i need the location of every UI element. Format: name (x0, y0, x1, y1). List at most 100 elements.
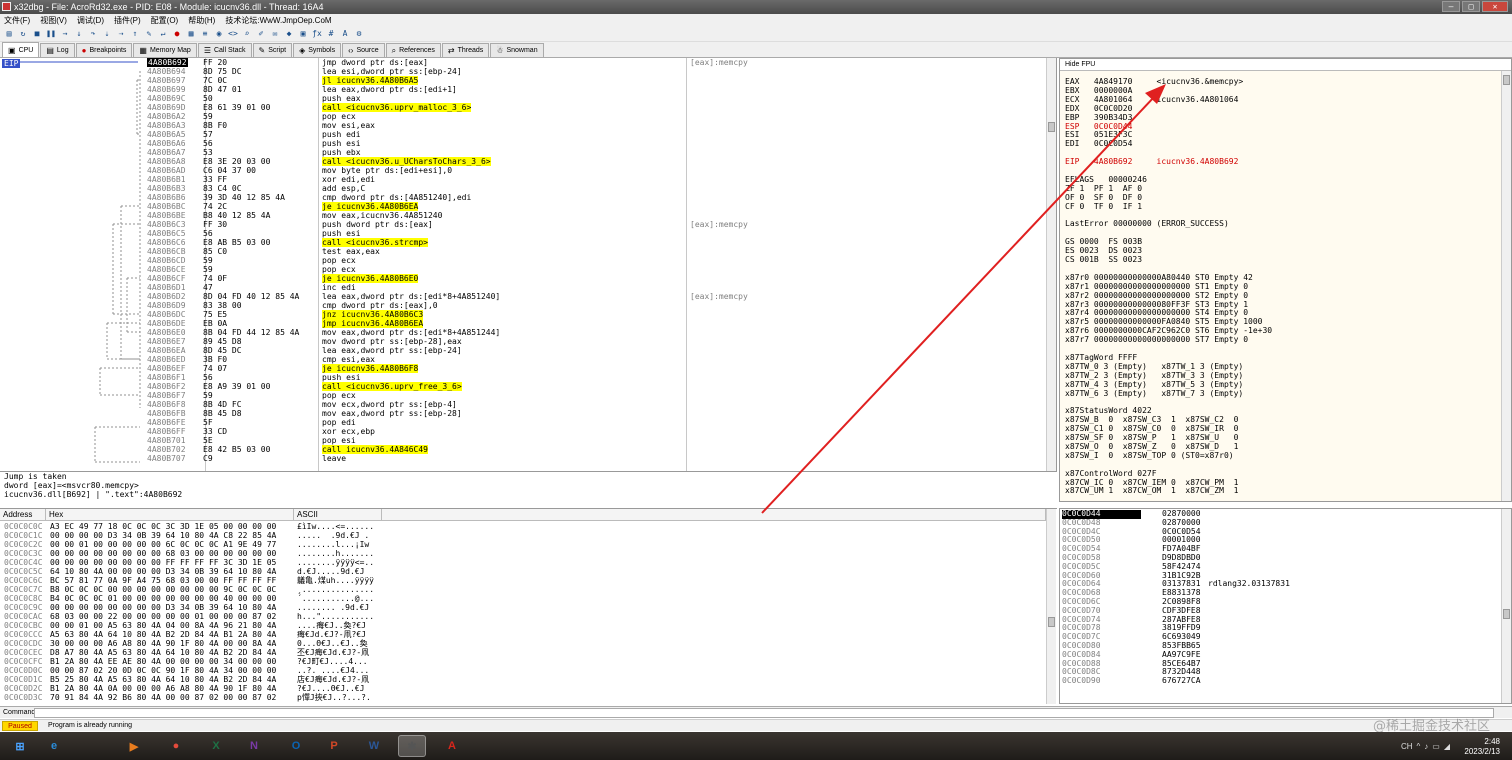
disasm-row[interactable]: 4A80B6E7 89 45 D8 mov dword ptr ss:[ebp-28… (145, 337, 1045, 346)
stack-row[interactable]: 0C0C0D7C 6C693049 (1060, 633, 1500, 642)
internet-explorer-icon[interactable]: e (40, 735, 68, 757)
disasm-row[interactable]: 4A80B6FE 5F pop edi (145, 418, 1045, 427)
register-line[interactable]: x87TW_0 3 (Empty) x87TW_1 3 (Empty) (1065, 362, 1243, 371)
disasm-row[interactable]: 4A80B6CB 85 C0 test eax,eax (145, 247, 1045, 256)
stack-row[interactable]: 0C0C0D74 287ABFE8 (1060, 615, 1500, 625)
dump-row[interactable]: 0C0C0C2C 00 00 01 00 00 00 00 00 6C 0C 0C… (0, 540, 1040, 549)
disasm-row[interactable]: 4A80B6D2 8D 04 FD 40 12 85 4A lea eax,dwor… (145, 292, 1045, 301)
tray-item[interactable]: CH (1401, 742, 1413, 751)
close-icon[interactable]: ■ (31, 28, 43, 40)
disasm-row[interactable]: 4A80B6A7 53 push ebx (145, 148, 1045, 157)
chrome-icon[interactable]: ● (162, 735, 190, 757)
disasm-row[interactable]: 4A80B6C6 E8 AB B5 03 00 call <icucnv36.str… (145, 238, 1045, 247)
label-icon[interactable]: ◆ (283, 28, 295, 40)
scroll-thumb[interactable] (1048, 617, 1055, 627)
register-line[interactable]: x87TW_4 3 (Empty) x87TW_5 3 (Empty) (1065, 380, 1243, 389)
register-line[interactable]: EAX 4A849170 <icucnv36.&memcpy> (1065, 77, 1243, 86)
stack-row[interactable]: 0C0C0D78 3819FFD9 (1060, 624, 1500, 633)
disasm-row[interactable]: 4A80B6CD 59 pop ecx (145, 256, 1045, 265)
disasm-row[interactable]: 4A80B6AD C6 04 37 00 mov byte ptr ds:[edi+… (145, 166, 1045, 175)
start-button-icon[interactable]: ⊞ (6, 735, 34, 757)
disasm-row[interactable]: 4A80B6C5 56 push esi (145, 229, 1045, 238)
dump-row[interactable]: 0C0C0CCC A5 63 80 4A 64 10 80 4A B2 2D 84… (0, 630, 1040, 639)
scroll-thumb[interactable] (1503, 609, 1510, 619)
tray-item[interactable]: ◢ (1444, 742, 1450, 751)
register-line[interactable]: CS 001B SS 0023 (1065, 255, 1142, 264)
dump-row[interactable]: 0C0C0CDC 30 00 00 00 A6 A8 80 4A 90 1F 80… (0, 639, 1040, 648)
menu-forum[interactable]: 技术论坛:WwW.JmpOep.CoM (225, 15, 331, 26)
stack-row[interactable]: 0C0C0D54 FD7A04BF (1060, 545, 1500, 554)
register-line[interactable]: x87TW_2 3 (Empty) x87TW_3 3 (Empty) (1065, 371, 1243, 380)
menu-help[interactable]: 帮助(H) (188, 15, 215, 26)
register-line[interactable]: x87r0 00000000000000A80440 ST0 Empty 42 (1065, 273, 1253, 282)
dump-header-hex[interactable]: Hex (46, 509, 294, 521)
pause-icon[interactable]: ❚❚ (45, 28, 57, 40)
disasm-row[interactable]: 4A80B6CE 59 pop ecx (145, 265, 1045, 274)
register-line[interactable]: x87SW_C1 0 x87SW_C0 0 x87SW_IR 0 (1065, 424, 1238, 433)
register-line[interactable]: LastError 00000000 (ERROR_SUCCESS) (1065, 219, 1229, 228)
disasm-row[interactable]: 4A80B6F8 8B 4D FC mov ecx,dword ptr ss:[eb… (145, 400, 1045, 409)
word-icon[interactable]: W (360, 735, 388, 757)
stack-row[interactable]: 0C0C0D8C 8732D448 (1060, 668, 1500, 677)
disasm-row[interactable]: 4A80B707 C9 leave (145, 454, 1045, 463)
clock[interactable]: 2:48 2023/2/13 (1464, 737, 1500, 757)
tab-references[interactable]: ⌕ References (385, 43, 441, 57)
register-line[interactable]: x87SW_B 0 x87SW_C3 1 x87SW_C2 0 (1065, 415, 1238, 424)
dump-scrollbar[interactable] (1046, 509, 1056, 704)
register-line[interactable]: ESI 051E3F3C (1065, 130, 1132, 139)
maximize-button[interactable]: □ (1462, 1, 1480, 12)
stack-row[interactable]: 0C0C0D80 853FBB65 (1060, 641, 1500, 651)
stack-row[interactable]: 0C0C0D44 02870000 (1060, 509, 1500, 519)
register-line[interactable]: ECX 4A801064 icucnv36.4A801064 (1065, 95, 1238, 104)
disasm-row[interactable]: 4A80B6B1 33 FF xor edi,edi (145, 175, 1045, 184)
stack-row[interactable]: 0C0C0D90 676727CA (1060, 677, 1500, 686)
references-icon[interactable]: ⌕ (241, 28, 253, 40)
disasm-row[interactable]: 4A80B6DE EB 0A jmp icucnv36.4A80B6EA (145, 319, 1045, 328)
disasm-row[interactable]: 4A80B6FB 8B 45 D8 mov eax,dword ptr ss:[eb… (145, 409, 1045, 418)
dump-header-ascii[interactable]: ASCII (294, 509, 382, 521)
disasm-row[interactable]: 4A80B6A2 59 pop ecx (145, 112, 1045, 121)
register-line[interactable]: x87TagWord FFFF (1065, 353, 1137, 362)
disasm-row[interactable]: 4A80B69D E8 61 39 01 00 call <icucnv36.upr… (145, 103, 1045, 112)
hide-fpu-button[interactable]: Hide FPU (1060, 59, 1511, 71)
disasm-row[interactable]: 4A80B6EA 8D 45 DC lea eax,dword ptr ss:[eb… (145, 346, 1045, 355)
register-line[interactable]: ES 0023 DS 0023 (1065, 246, 1142, 255)
register-line[interactable]: x87r4 00000000000000000000 ST4 Empty 0 (1065, 308, 1248, 317)
register-line[interactable]: x87r7 00000000000000000000 ST7 Empty 0 (1065, 335, 1248, 344)
tab-symbols[interactable]: ◈ Symbols (293, 43, 342, 57)
disasm-row[interactable]: 4A80B697 7C 0C jl icucnv36.4A80B6A5 (145, 76, 1045, 85)
disasm-row[interactable]: 4A80B699 8D 47 01 lea eax,dword ptr ds:[ed… (145, 85, 1045, 94)
disasm-row[interactable]: 4A80B6B3 83 C4 0C add esp,C (145, 184, 1045, 193)
disasm-row[interactable]: 4A80B6E0 8B 04 FD 44 12 85 4A mov eax,dwor… (145, 328, 1045, 337)
register-line[interactable]: x87r3 0000000000000080FF3F ST3 Empty 1 (1065, 300, 1248, 309)
disasm-row[interactable]: 4A80B6FF 33 CD xor ecx,ebp (145, 427, 1045, 436)
media-player-icon[interactable]: ▶ (120, 735, 148, 757)
register-line[interactable]: x87CW_UM 1 x87CW_OM 1 x87CW_ZM 1 (1065, 486, 1238, 495)
powerpoint-icon[interactable]: P (320, 735, 348, 757)
settings-icon[interactable]: ⚙ (353, 28, 365, 40)
tab-memory-map[interactable]: ▦ Memory Map (133, 43, 197, 57)
register-line[interactable]: ESP 0C0C0D44 (1065, 122, 1132, 131)
restart-icon[interactable]: ↻ (17, 28, 29, 40)
stack-scrollbar[interactable] (1501, 509, 1511, 703)
step-into-icon[interactable]: ↓ (73, 28, 85, 40)
disasm-row[interactable]: 4A80B6D9 83 38 00 cmp dword ptr ds:[eax],0 (145, 301, 1045, 310)
stack-row[interactable]: 0C0C0D70 CDF3DFE8 (1060, 606, 1500, 616)
register-line[interactable]: x87SW_O 0 x87SW_Z 0 x87SW_D 1 (1065, 442, 1238, 451)
register-line[interactable]: x87TW_6 3 (Empty) x87TW_7 3 (Empty) (1065, 389, 1243, 398)
dump-panel[interactable]: Address Hex ASCII 0C0C0C0C A3 EC 49 77 18… (0, 508, 1057, 704)
register-line[interactable]: EFLAGS 00000246 (1065, 175, 1147, 184)
register-line[interactable]: x87StatusWord 4022 (1065, 406, 1152, 415)
tab-snowman[interactable]: ☃ Snowman (490, 43, 544, 57)
dump-row[interactable]: 0C0C0CEC D8 A7 80 4A A5 63 80 4A 64 10 80… (0, 648, 1040, 657)
animate-icon[interactable]: ✎ (143, 28, 155, 40)
calculator-icon[interactable]: A (339, 28, 351, 40)
script-icon[interactable]: ◉ (213, 28, 225, 40)
register-line[interactable]: x87SW_SF 0 x87SW_P 1 x87SW_U 0 (1065, 433, 1238, 442)
disasm-row[interactable]: 4A80B694 8D 75 DC lea esi,dword ptr ss:[eb… (145, 67, 1045, 76)
register-line[interactable]: x87SW_I 0 x87SW_TOP 0 (ST0=x87r0) (1065, 451, 1234, 460)
registers-scrollbar[interactable] (1501, 71, 1511, 501)
stack-row[interactable]: 0C0C0D58 D9D8DBD0 (1060, 553, 1500, 563)
dump-row[interactable]: 0C0C0C7C B8 0C 0C 0C 00 00 00 00 00 00 00… (0, 585, 1040, 594)
stack-row[interactable]: 0C0C0D48 02870000 (1060, 518, 1500, 528)
